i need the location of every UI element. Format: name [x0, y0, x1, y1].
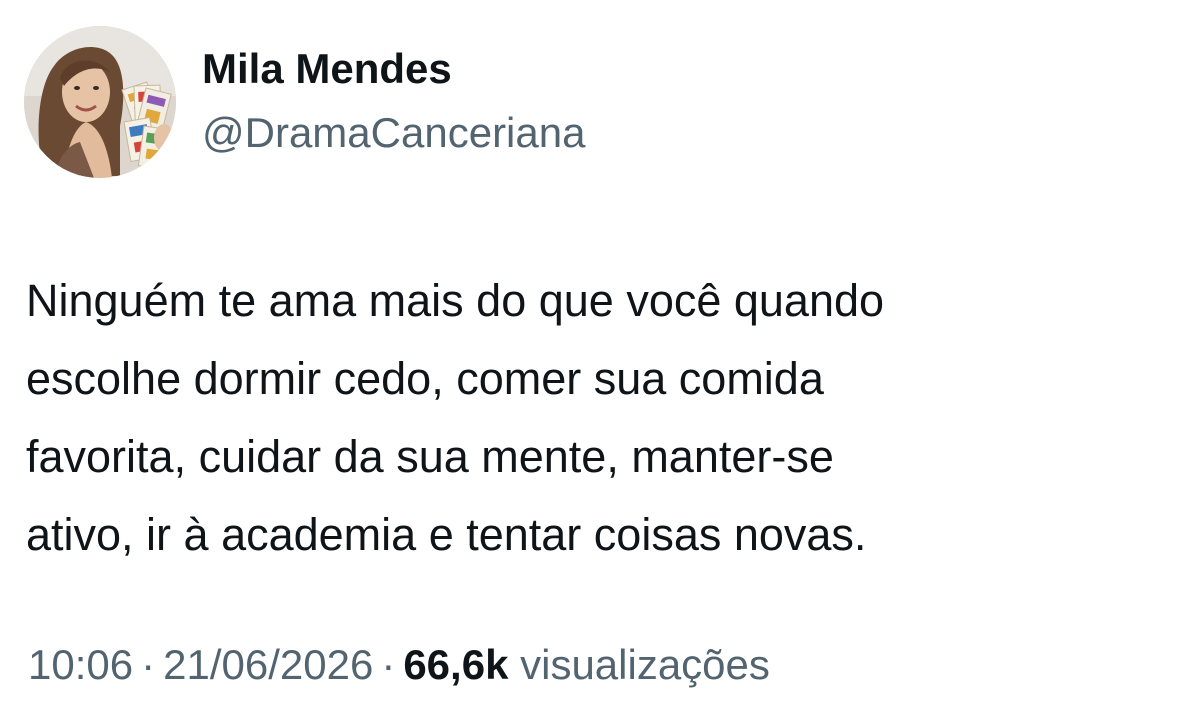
tweet-card: Mila Mendes @DramaCanceriana Ninguém te … — [0, 0, 1200, 712]
author-handle[interactable]: @DramaCanceriana — [202, 108, 585, 158]
tweet-meta: 10:06 · 21/06/2026 · 66,6k visualizações — [28, 640, 770, 690]
author-name[interactable]: Mila Mendes — [202, 44, 452, 94]
views-label: visualizações — [520, 641, 770, 688]
meta-separator: · — [141, 641, 156, 688]
views-count[interactable]: 66,6k — [403, 641, 508, 688]
tweet-text-line: escolhe dormir cedo, comer sua comida — [26, 353, 824, 404]
timestamp-time[interactable]: 10:06 — [28, 641, 133, 688]
meta-separator: · — [381, 641, 396, 688]
tweet-text-line: ativo, ir à academia e tentar coisas nov… — [26, 509, 867, 560]
avatar[interactable] — [24, 26, 176, 178]
profile-photo-icon — [24, 26, 176, 178]
timestamp-date[interactable]: 21/06/2026 — [163, 641, 373, 688]
tweet-text-line: Ninguém te ama mais do que você quando — [26, 275, 885, 326]
tweet-text: Ninguém te ama mais do que você quando e… — [26, 262, 1176, 574]
tweet-text-line: favorita, cuidar da sua mente, manter-se — [26, 431, 834, 482]
